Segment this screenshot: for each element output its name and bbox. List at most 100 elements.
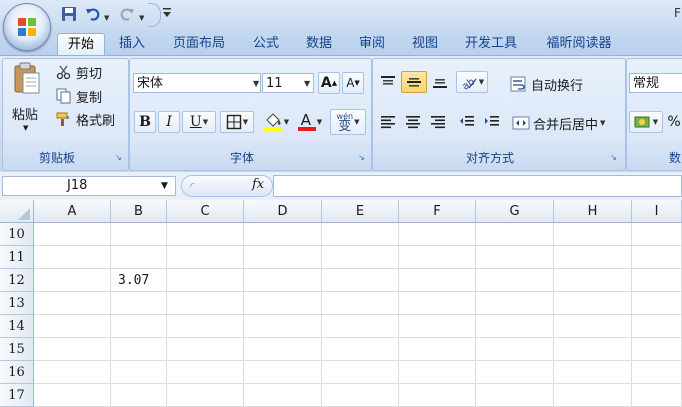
cell[interactable] (167, 269, 244, 292)
cell[interactable] (244, 384, 322, 407)
align-right-button[interactable] (426, 111, 450, 133)
office-button[interactable] (3, 3, 51, 51)
cell[interactable] (167, 292, 244, 315)
cell[interactable] (322, 384, 399, 407)
tab-formulas[interactable]: 公式 (246, 33, 286, 55)
cell[interactable] (34, 338, 111, 361)
cell[interactable] (632, 315, 682, 338)
cell[interactable]: 3.07 (111, 269, 167, 292)
row-header[interactable]: 10 (0, 223, 34, 246)
tab-home[interactable]: 开始 (57, 33, 105, 56)
cell[interactable] (244, 246, 322, 269)
font-name-combo[interactable]: 宋体 (133, 73, 261, 93)
resize-handle-icon[interactable]: ◜ (190, 180, 200, 193)
tab-insert[interactable]: 插入 (112, 33, 152, 55)
cell[interactable] (554, 384, 632, 407)
cell[interactable] (167, 223, 244, 246)
redo-icon[interactable] (118, 5, 136, 23)
merge-center-button[interactable]: 合并后居中 ▼ (512, 112, 605, 134)
cell[interactable] (399, 223, 476, 246)
orientation-button[interactable]: ab ▼ (456, 71, 488, 93)
font-name-dropdown-icon[interactable]: ▼ (253, 79, 259, 88)
cell[interactable] (244, 269, 322, 292)
cell[interactable] (167, 384, 244, 407)
cell[interactable] (399, 292, 476, 315)
name-box[interactable]: J18 (2, 176, 176, 196)
cell[interactable] (34, 292, 111, 315)
grow-font-button[interactable]: A ▲ (318, 72, 340, 94)
cell[interactable] (554, 315, 632, 338)
fill-color-button[interactable]: ▼ (258, 111, 294, 133)
cell[interactable] (476, 338, 554, 361)
row-header[interactable]: 13 (0, 292, 34, 315)
align-left-button[interactable] (376, 111, 400, 133)
cell[interactable] (111, 292, 167, 315)
cell[interactable] (476, 384, 554, 407)
copy-button[interactable]: 复制 (56, 87, 102, 106)
cell[interactable] (399, 384, 476, 407)
column-header[interactable]: I (632, 200, 682, 223)
shrink-font-button[interactable]: A ▼ (342, 72, 364, 94)
tab-data[interactable]: 数据 (298, 33, 340, 55)
column-header[interactable]: D (244, 200, 322, 223)
tab-view[interactable]: 视图 (404, 33, 446, 55)
insert-function-button[interactable]: fx (252, 177, 264, 192)
column-header[interactable]: C (167, 200, 244, 223)
cell[interactable] (322, 223, 399, 246)
row-header[interactable]: 11 (0, 246, 34, 269)
save-icon[interactable] (60, 5, 78, 23)
paste-button[interactable]: 粘贴 ▼ (8, 62, 48, 138)
row-header[interactable]: 17 (0, 384, 34, 407)
cell[interactable] (167, 246, 244, 269)
tab-review[interactable]: 审阅 (351, 33, 393, 55)
cell[interactable] (554, 292, 632, 315)
cell[interactable] (244, 223, 322, 246)
row-header[interactable]: 14 (0, 315, 34, 338)
cell[interactable] (399, 246, 476, 269)
tab-page-layout[interactable]: 页面布局 (166, 33, 232, 55)
align-center-button[interactable] (401, 111, 425, 133)
cell[interactable] (111, 338, 167, 361)
cell[interactable] (632, 246, 682, 269)
align-top-button[interactable] (376, 71, 400, 93)
accounting-format-button[interactable]: ▼ (629, 111, 663, 133)
format-painter-button[interactable]: 格式刷 (56, 110, 115, 129)
align-middle-button[interactable] (401, 71, 427, 93)
borders-button[interactable]: ▼ (220, 111, 254, 133)
row-header[interactable]: 16 (0, 361, 34, 384)
cell[interactable] (34, 361, 111, 384)
customize-qat-icon[interactable] (162, 6, 172, 22)
cell[interactable] (632, 338, 682, 361)
cell[interactable] (167, 315, 244, 338)
tab-foxit-reader[interactable]: 福昕阅读器 (537, 33, 621, 55)
align-bottom-button[interactable] (428, 71, 452, 93)
cell[interactable] (322, 269, 399, 292)
cell[interactable] (34, 269, 111, 292)
column-header[interactable]: E (322, 200, 399, 223)
cell[interactable] (554, 338, 632, 361)
cell[interactable] (244, 338, 322, 361)
cut-button[interactable]: 剪切 (56, 63, 102, 82)
cell[interactable] (111, 246, 167, 269)
alignment-launcher-icon[interactable]: ↘ (609, 153, 618, 162)
row-header[interactable]: 12 (0, 269, 34, 292)
cell[interactable] (476, 315, 554, 338)
italic-button[interactable]: I (158, 111, 180, 133)
cell[interactable] (476, 361, 554, 384)
cell[interactable] (244, 361, 322, 384)
cell[interactable] (632, 269, 682, 292)
cell[interactable] (399, 361, 476, 384)
font-size-dropdown-icon[interactable]: ▼ (304, 79, 310, 88)
cell[interactable] (111, 223, 167, 246)
cell[interactable] (34, 246, 111, 269)
cell[interactable] (322, 338, 399, 361)
cell[interactable] (476, 269, 554, 292)
redo-dropdown-icon[interactable]: ▼ (138, 9, 144, 24)
cell[interactable] (34, 315, 111, 338)
cell[interactable] (111, 361, 167, 384)
cell[interactable] (167, 361, 244, 384)
cell[interactable] (554, 269, 632, 292)
cell[interactable] (244, 315, 322, 338)
row-header[interactable]: 15 (0, 338, 34, 361)
tab-developer[interactable]: 开发工具 (457, 33, 525, 55)
